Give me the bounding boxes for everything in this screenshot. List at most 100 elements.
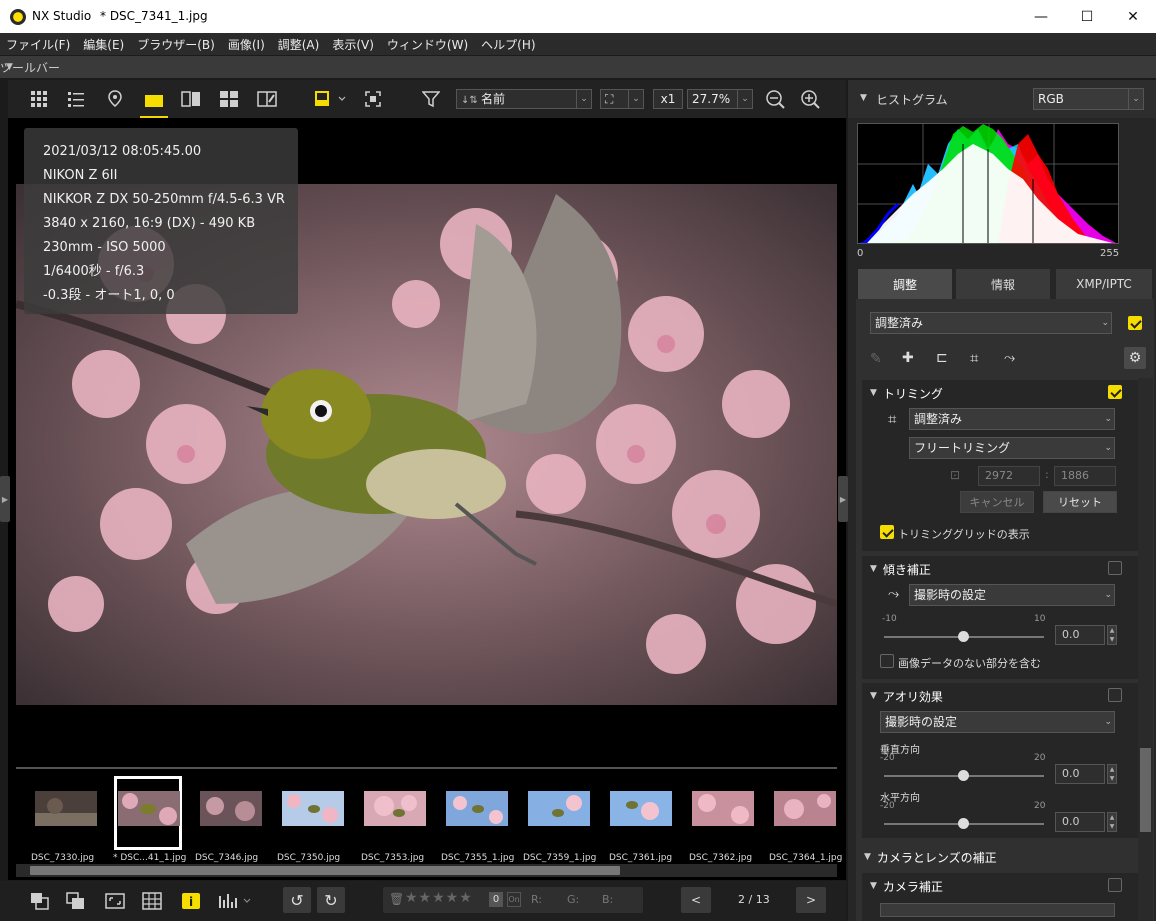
menu-browser[interactable]: ブラウザー(B) (137, 36, 215, 53)
tilt-enabled-checkbox[interactable] (1108, 561, 1122, 575)
list-view-icon[interactable] (65, 86, 87, 112)
trimming-height-input[interactable]: 1886 (1054, 466, 1116, 486)
previous-image-button[interactable]: < (681, 887, 711, 913)
right-panel-toggle[interactable]: ▶ (838, 476, 848, 522)
zoom-out-icon[interactable] (763, 86, 787, 112)
tab-info[interactable]: 情報 (956, 269, 1050, 299)
menu-edit[interactable]: 編集(E) (83, 36, 124, 53)
right-panel-scrollbar[interactable] (1138, 378, 1153, 921)
stack-expand-icon[interactable] (64, 889, 88, 913)
camera-correction-header[interactable]: ▼ カメラ補正 (862, 873, 1139, 899)
rotate-right-button[interactable]: ↻ (317, 887, 345, 913)
perspective-horizontal-value-input[interactable]: 0.0 (1055, 812, 1105, 832)
menu-adjust[interactable]: 調整(A) (278, 36, 320, 53)
tilt-icon[interactable]: ⤳ (1004, 350, 1015, 366)
trimming-header[interactable]: ▼ トリミング (862, 380, 1139, 406)
retouch-brush-icon[interactable]: ✎ (870, 351, 882, 367)
stack-icon[interactable] (28, 889, 52, 913)
scrollbar-thumb[interactable] (30, 866, 620, 875)
filmstrip-thumbnail[interactable] (200, 791, 262, 826)
minimize-button[interactable]: — (1018, 0, 1064, 33)
orientation-icon[interactable]: ⊡ (950, 468, 960, 482)
trimming-aspect-dropdown[interactable]: フリートリミング ⌄ (909, 437, 1115, 459)
bandage-icon[interactable]: ✚ (902, 350, 914, 366)
zoom-x1-button[interactable]: x1 (653, 89, 683, 109)
trimming-reset-button[interactable]: リセット (1043, 491, 1117, 513)
tilt-mode-dropdown[interactable]: 撮影時の設定 ⌄ (909, 584, 1115, 606)
zoom-in-icon[interactable] (798, 86, 822, 112)
menu-image[interactable]: 画像(I) (228, 36, 265, 53)
straighten-icon[interactable]: ⊏ (936, 350, 948, 366)
tilt-header[interactable]: ▼ 傾き補正 (862, 556, 1139, 582)
single-image-view-icon[interactable] (140, 86, 168, 118)
highlight-display-icon[interactable] (311, 86, 349, 112)
close-button[interactable]: ✕ (1110, 0, 1156, 33)
perspective-header[interactable]: ▼ アオリ効果 (862, 683, 1139, 709)
menu-window[interactable]: ウィンドウ(W) (387, 36, 468, 53)
toolbar-header[interactable]: ▼ ツールバー (0, 56, 1156, 78)
collapse-triangle-icon[interactable]: ▼ (860, 93, 867, 103)
grid-display-icon[interactable] (140, 889, 164, 913)
trimming-cancel-button[interactable]: キャンセル (960, 491, 1034, 513)
trash-icon[interactable]: 🗑 (389, 892, 404, 906)
frame-display-icon[interactable] (103, 889, 127, 913)
perspective-mode-dropdown[interactable]: 撮影時の設定 ⌄ (880, 711, 1115, 733)
filmstrip-thumbnail[interactable] (282, 791, 344, 826)
camera-correction-dropdown[interactable] (880, 903, 1115, 917)
zoom-fit-dropdown[interactable]: ⛶ ⌄ (600, 89, 644, 109)
rating-stars[interactable]: ★★★★★ (405, 890, 473, 906)
filmstrip-thumbnail[interactable] (446, 791, 508, 826)
filmstrip-thumbnail[interactable] (118, 791, 180, 826)
settings-gear-button[interactable]: ⚙ (1124, 347, 1146, 369)
perspective-enabled-checkbox[interactable] (1108, 688, 1122, 702)
perspective-horizontal-slider-handle[interactable] (958, 818, 969, 829)
next-image-button[interactable]: > (796, 887, 826, 913)
zoom-percent-dropdown[interactable]: 27.7% ⌄ (687, 89, 753, 109)
sort-dropdown[interactable]: ↓⇅ 名前 ⌄ (456, 89, 592, 109)
label-icon[interactable]: On (507, 892, 521, 907)
perspective-vertical-value-input[interactable]: 0.0 (1055, 764, 1105, 784)
info-display-icon[interactable]: i (179, 889, 203, 913)
perspective-vertical-slider-handle[interactable] (958, 770, 969, 781)
menu-file[interactable]: ファイル(F) (6, 36, 70, 53)
thumbnail-grid-icon[interactable] (28, 86, 50, 112)
perspective-horizontal-spinner[interactable]: ▲ ▼ (1107, 812, 1117, 832)
maximize-button[interactable]: ☐ (1064, 0, 1110, 33)
compare-two-icon[interactable] (180, 86, 202, 112)
histogram-display-icon[interactable] (216, 889, 256, 913)
filmstrip-scrollbar[interactable] (16, 864, 837, 877)
histogram-channel-dropdown[interactable]: RGB ⌄ (1033, 88, 1144, 110)
trimming-enabled-checkbox[interactable] (1108, 385, 1122, 399)
filmstrip-thumbnail[interactable] (774, 791, 836, 826)
trimming-mode-dropdown[interactable]: 調整済み ⌄ (909, 408, 1115, 430)
filmstrip-thumbnail[interactable] (35, 791, 97, 826)
adjust-preset-dropdown[interactable]: 調整済み ⌄ (870, 312, 1112, 334)
trimming-grid-checkbox[interactable] (880, 525, 894, 539)
filmstrip-thumbnail[interactable] (692, 791, 754, 826)
menu-view[interactable]: 表示(V) (332, 36, 374, 53)
camera-correction-checkbox[interactable] (1108, 878, 1122, 892)
fit-screen-icon[interactable] (362, 86, 384, 112)
map-pin-icon[interactable] (104, 86, 126, 112)
rating-zero[interactable]: 0 (489, 892, 503, 907)
filmstrip-thumbnail[interactable] (528, 791, 590, 826)
left-panel-toggle[interactable]: ▶ (0, 476, 10, 522)
menu-help[interactable]: ヘルプ(H) (481, 36, 535, 53)
tilt-include-checkbox[interactable] (880, 654, 894, 668)
tilt-slider-handle[interactable] (958, 631, 969, 642)
trimming-width-input[interactable]: 2972 (978, 466, 1040, 486)
crop-icon[interactable]: ⌗ (970, 349, 978, 367)
before-after-icon[interactable] (256, 86, 278, 112)
filmstrip-thumbnail[interactable] (364, 791, 426, 826)
filmstrip-thumbnail[interactable] (610, 791, 672, 826)
perspective-vertical-spinner[interactable]: ▲ ▼ (1107, 764, 1117, 784)
tilt-value-input[interactable]: 0.0 (1055, 625, 1105, 645)
compare-four-icon[interactable] (218, 86, 240, 112)
tab-xmp-iptc[interactable]: XMP/IPTC (1056, 269, 1152, 299)
filter-icon[interactable] (420, 86, 442, 112)
tab-adjust[interactable]: 調整 (858, 269, 952, 299)
rotate-left-button[interactable]: ↺ (283, 887, 311, 913)
adjust-enabled-checkbox[interactable] (1128, 316, 1142, 330)
tilt-spinner[interactable]: ▲ ▼ (1107, 625, 1117, 645)
scrollbar-thumb[interactable] (1140, 748, 1151, 832)
